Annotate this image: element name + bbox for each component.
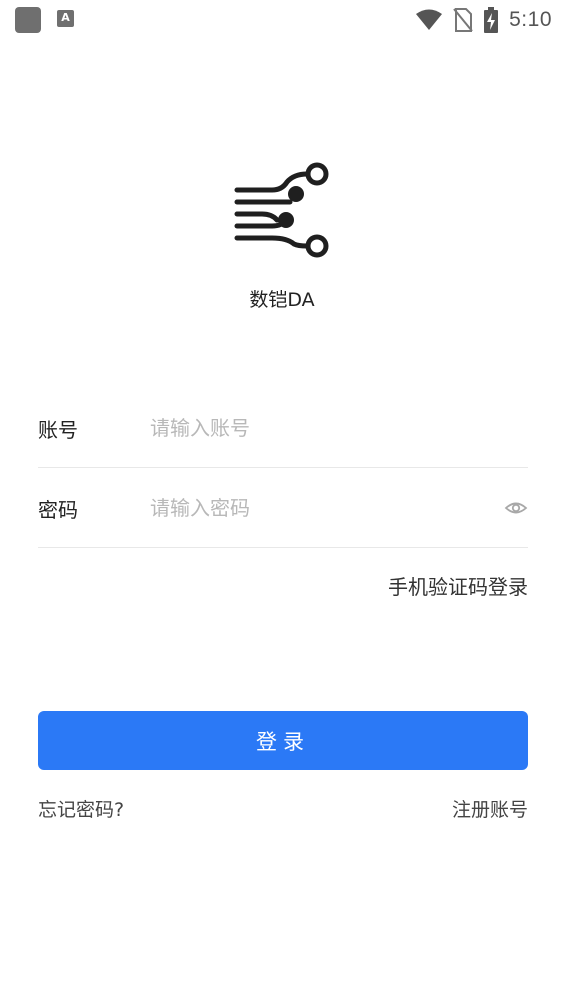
password-input[interactable] — [150, 488, 480, 528]
eye-icon[interactable] — [504, 496, 528, 520]
no-sim-icon — [453, 8, 473, 32]
app-logo-icon — [234, 162, 329, 258]
status-bar: A 5:10 — [0, 0, 564, 40]
password-label: 密码 — [38, 498, 78, 522]
sms-login-link[interactable]: 手机验证码登录 — [388, 571, 528, 600]
wifi-icon — [416, 9, 443, 30]
register-link[interactable]: 注册账号 — [452, 795, 528, 822]
login-screen: A 5:10 数铠DA 账号 请输入账号 密码 手机验证码登录 登录 忘记密码?… — [0, 0, 564, 1002]
accessibility-notification-icon: A — [57, 10, 74, 27]
app-name: 数铠DA — [249, 289, 315, 311]
account-row: 账号 — [38, 388, 528, 468]
password-row: 密码 — [38, 468, 528, 548]
account-input[interactable] — [150, 408, 480, 448]
status-icons: 5:10 — [415, 6, 552, 34]
clock: 5:10 — [509, 8, 552, 31]
battery-charging-icon — [484, 7, 499, 33]
forgot-password-link[interactable]: 忘记密码? — [38, 795, 124, 822]
login-button[interactable]: 登录 — [38, 711, 528, 770]
app-notification-icon — [15, 7, 41, 33]
account-label: 账号 — [38, 418, 78, 442]
